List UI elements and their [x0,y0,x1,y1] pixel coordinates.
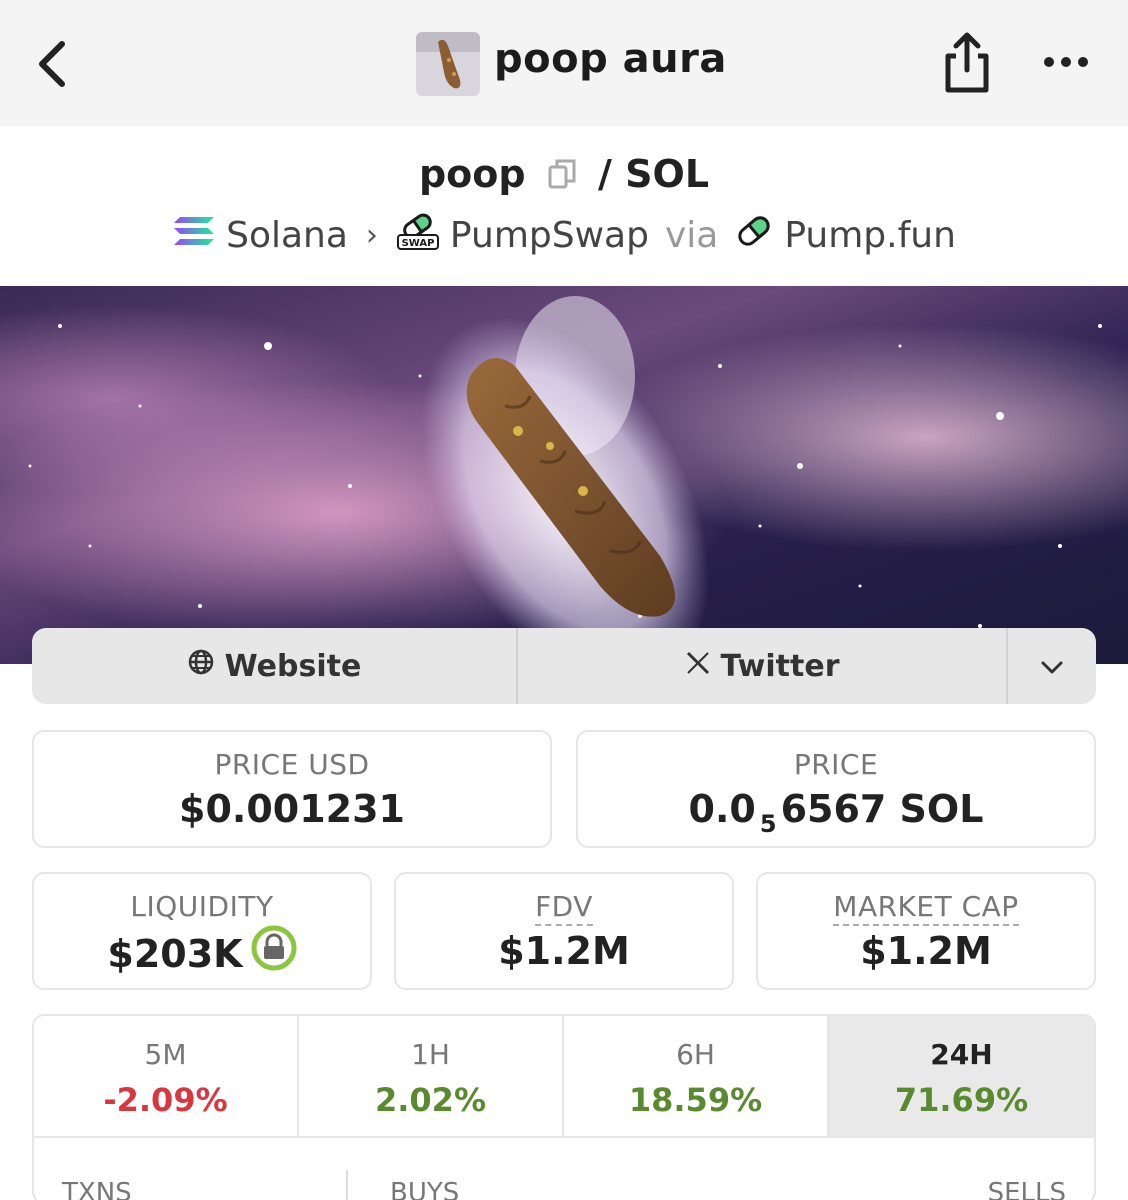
change-24h-tab[interactable]: 24H 71.69% [829,1016,1094,1136]
change-6h-tab[interactable]: 6H 18.59% [564,1016,829,1136]
market-cap-card: MARKET CAP $1.2M [756,872,1096,990]
price-sol-card: PRICE 0.0 5 6567 SOL [576,730,1096,848]
price-sol-value: 0.0 5 6567 SOL [688,787,984,838]
top-bar: poop aura [0,0,1128,126]
app-title: poop aura [494,36,727,82]
market-cap-label[interactable]: MARKET CAP [833,890,1019,926]
more-icon[interactable] [1040,40,1092,84]
liquidity-card: LIQUIDITY $203K [32,872,372,990]
quote-token: SOL [625,152,710,196]
token-banner [0,286,1128,664]
chevron-left-icon[interactable] [30,34,78,94]
chevron-right-icon: › [365,217,378,253]
change-6h-value: 18.59% [628,1081,763,1119]
twitter-button[interactable]: Twitter [518,628,1008,704]
change-24h-value: 71.69% [894,1081,1029,1119]
chain-name[interactable]: Solana [226,215,348,256]
globe-icon [187,648,215,684]
launchpad-name[interactable]: Pump.fun [784,215,956,256]
twitter-label: Twitter [720,648,840,684]
fdv-label[interactable]: FDV [535,890,593,926]
svg-text:SWAP: SWAP [401,238,434,249]
price-change-panel: 5M -2.09% 1H 2.02% 6H 18.59% 24H 71.69% … [32,1014,1096,1200]
pair-title: poop / SOL [0,152,1128,199]
lock-icon[interactable] [251,925,297,980]
change-1h-value: 2.02% [374,1081,486,1119]
change-1h-tab[interactable]: 1H 2.02% [299,1016,564,1136]
liquidity-label: LIQUIDITY [130,890,274,923]
pumpswap-icon: SWAP [396,211,440,260]
more-links-button[interactable] [1008,628,1096,704]
fdv-value: $1.2M [498,929,630,973]
solana-icon [172,213,216,258]
pumpfun-icon [734,213,774,258]
route-breadcrumb: Solana › SWAP PumpSwap via Pump.fun [0,210,1128,260]
price-sol-label: PRICE [793,748,879,781]
x-logo-icon [685,649,711,684]
link-bar: Website Twitter [32,628,1096,704]
copy-icon[interactable] [547,155,577,199]
dex-name[interactable]: PumpSwap [450,215,649,256]
chevron-down-icon [1039,649,1065,684]
base-token: poop [418,152,526,196]
change-5m-value: -2.09% [103,1081,228,1119]
share-icon[interactable] [940,30,994,96]
via-label: via [664,214,719,256]
change-5m-tab[interactable]: 5M -2.09% [34,1016,299,1136]
liquidity-value: $203K [34,925,370,984]
market-cap-value: $1.2M [860,929,992,973]
buys-label: BUYS [390,1178,460,1200]
website-button[interactable]: Website [32,628,518,704]
price-usd-card: PRICE USD $0.001231 [32,730,552,848]
fdv-card: FDV $1.2M [394,872,734,990]
sells-label: SELLS [987,1178,1066,1200]
token-thumbnail [416,32,480,96]
price-usd-value: $0.001231 [179,787,405,831]
pair-separator: / [598,152,612,196]
txns-label: TXNS [62,1178,132,1200]
txns-row: TXNS BUYS SELLS [34,1138,1094,1200]
website-label: Website [224,648,362,684]
divider [346,1170,348,1200]
price-usd-label: PRICE USD [214,748,370,781]
